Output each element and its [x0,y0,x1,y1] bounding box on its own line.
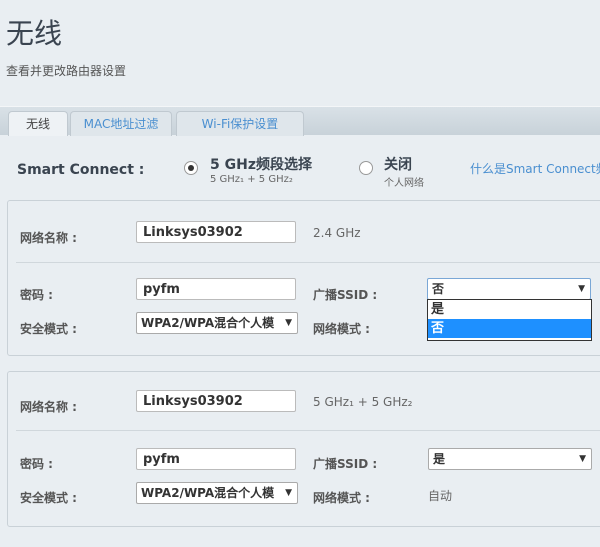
smart-connect-label: Smart Connect : [17,162,145,178]
network-mode-label: 网络模式 : [313,491,370,505]
security-mode-value: WPA2/WPA混合个人模 [141,316,275,330]
security-mode-label: 安全模式 : [20,491,77,505]
dropdown-option-yes[interactable]: 是 [428,300,591,319]
password-label: 密码 : [20,288,53,302]
tab-bar: 无线 MAC地址过滤 Wi-Fi保护设置 [0,106,600,136]
network-mode-value: 自动 [428,489,453,503]
security-mode-select[interactable]: WPA2/WPA混合个人模 ▼ [136,482,298,504]
security-mode-select[interactable]: WPA2/WPA混合个人模 ▼ [136,312,298,334]
network-name-input[interactable]: Linksys03902 [136,390,296,412]
security-mode-value: WPA2/WPA混合个人模 [141,486,275,500]
tab-mac-filter[interactable]: MAC地址过滤 [70,111,172,136]
broadcast-ssid-label: 广播SSID : [313,288,378,302]
smart-connect-help-link[interactable]: 什么是Smart Connect频 [470,160,600,177]
divider [16,430,600,431]
security-mode-label: 安全模式 : [20,322,77,336]
option-5ghz-label: 5 GHz频段选择 [210,157,312,173]
chevron-down-icon: ▼ [285,318,292,328]
password-input[interactable]: pyfm [136,278,296,300]
network-panel-5ghz: 网络名称 : Linksys03902 5 GHz₁ + 5 GHz₂ 密码 :… [7,371,600,527]
dropdown-option-no[interactable]: 否 [428,319,591,338]
password-input[interactable]: pyfm [136,448,296,470]
band-label: 5 GHz₁ + 5 GHz₂ [313,395,413,409]
chevron-down-icon: ▼ [579,454,586,464]
broadcast-ssid-value: 是 [433,452,446,466]
radio-5ghz-band[interactable] [184,161,198,175]
network-mode-label: 网络模式 : [313,322,370,336]
network-name-input[interactable]: Linksys03902 [136,221,296,243]
network-name-label: 网络名称 : [20,231,77,245]
band-label: 2.4 GHz [313,226,361,240]
page-title: 无线 [6,17,63,50]
chevron-down-icon: ▼ [285,488,292,498]
tab-wps[interactable]: Wi-Fi保护设置 [176,111,304,136]
broadcast-ssid-label: 广播SSID : [313,457,378,471]
network-name-label: 网络名称 : [20,400,77,414]
broadcast-ssid-select[interactable]: 是 ▼ [428,448,592,470]
broadcast-ssid-value: 否 [432,282,445,296]
option-off-label: 关闭 [384,157,412,173]
tab-wireless[interactable]: 无线 [8,111,68,136]
broadcast-ssid-select[interactable]: 否 ▼ [427,278,591,300]
option-5ghz-sub: 5 GHz₁ + 5 GHz₂ [210,174,293,185]
page-subtitle: 查看并更改路由器设置 [6,64,127,78]
radio-off[interactable] [359,161,373,175]
broadcast-ssid-dropdown: 是 否 [427,299,592,341]
password-label: 密码 : [20,457,53,471]
option-off-sub: 个人网络 [384,178,424,189]
divider [16,262,600,263]
chevron-down-icon: ▼ [578,284,585,294]
